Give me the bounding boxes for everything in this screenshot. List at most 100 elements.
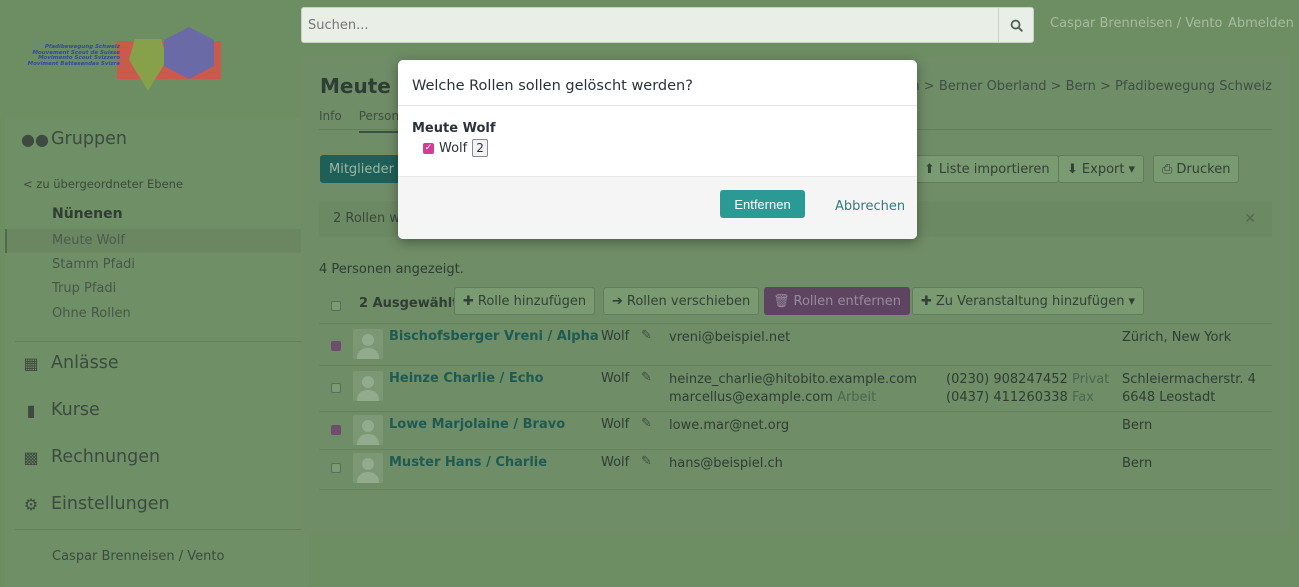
sidebar-item-meute-wolf[interactable]: Meute Wolf xyxy=(5,229,309,253)
phone-label: Fax xyxy=(1071,390,1094,405)
sidebar-item-trup-pfadi[interactable]: Trup Pfadi xyxy=(52,281,116,296)
nav-settings[interactable]: ⚙ Einstellungen xyxy=(21,494,170,514)
row-checkbox[interactable] xyxy=(331,463,341,473)
nav-invoices-label: Rechnungen xyxy=(51,447,161,467)
print-button[interactable]: ⎙ Drucken xyxy=(1153,155,1240,183)
email-link[interactable]: hans@beispiel.ch xyxy=(669,455,783,473)
move-roles-button[interactable]: ➔ Rollen verschieben xyxy=(603,287,760,315)
modal-footer: Entfernen Abbrechen xyxy=(398,176,917,239)
arrow-right-icon: ➔ xyxy=(612,293,623,309)
import-list-label: Liste importieren xyxy=(938,161,1050,177)
plus-icon: ✚ xyxy=(921,293,932,309)
person-name[interactable]: Bischofsberger Vreni / Alpha xyxy=(389,329,599,344)
users-icon: ●● xyxy=(21,129,49,149)
phone-entry: (0230) 908247452 Privat xyxy=(946,371,1109,389)
table-row[interactable]: Bischofsberger Vreni / Alpha Wolf ✎ vren… xyxy=(319,323,1272,365)
select-all-checkbox[interactable] xyxy=(331,301,341,311)
row-checkbox[interactable] xyxy=(331,425,341,435)
download-icon: ⬇ xyxy=(1067,161,1078,177)
person-name[interactable]: Heinze Charlie / Echo xyxy=(389,371,544,386)
phone-label: Privat xyxy=(1071,372,1110,387)
phone-number[interactable]: (0437) 411260338 xyxy=(946,390,1068,405)
person-role: Wolf xyxy=(601,417,630,432)
person-emails: hans@beispiel.ch xyxy=(669,455,783,473)
address-line: Schleiermacherstr. 4 xyxy=(1122,372,1256,387)
table-row[interactable]: Muster Hans / Charlie Wolf ✎ hans@beispi… xyxy=(319,449,1272,489)
modal-role-label: Wolf xyxy=(439,140,468,156)
logo-line: Moviment Battasendas Svizra xyxy=(27,60,120,67)
export-label: Export xyxy=(1081,161,1125,177)
parent-level-link[interactable]: < zu übergeordneter Ebene xyxy=(23,177,183,191)
close-icon[interactable]: ✕ xyxy=(1244,201,1256,237)
import-list-button[interactable]: ⬆ Liste importieren xyxy=(915,155,1059,183)
person-address: Schleiermacherstr. 4 6648 Leostadt xyxy=(1122,371,1256,407)
divider xyxy=(15,341,301,342)
logout-link[interactable]: Abmelden xyxy=(1228,16,1294,31)
nav-events-label: Anlässe xyxy=(51,353,119,373)
remove-button[interactable]: Entfernen xyxy=(720,190,805,218)
search-icon xyxy=(1010,19,1023,32)
search-button[interactable] xyxy=(998,8,1033,42)
edit-icon[interactable]: ✎ xyxy=(641,328,652,343)
members-button[interactable]: Mitglieder xyxy=(320,155,403,183)
edit-icon[interactable]: ✎ xyxy=(641,370,652,385)
modal-title: Welche Rollen sollen gelöscht werden? xyxy=(398,60,917,106)
logo-badge-green xyxy=(129,39,167,91)
remove-roles-label: Rollen entfernen xyxy=(793,293,902,309)
person-emails: heinze_charlie@hitobito.example.com marc… xyxy=(669,371,917,407)
sidebar-item-stamm-pfadi[interactable]: Stamm Pfadi xyxy=(52,257,135,272)
search-input[interactable] xyxy=(302,8,998,42)
table-row[interactable]: Heinze Charlie / Echo Wolf ✎ heinze_char… xyxy=(319,365,1272,411)
cancel-link[interactable]: Abbrechen xyxy=(835,199,905,214)
address-line: Zürich, New York xyxy=(1122,330,1232,345)
add-role-label: Rolle hinzufügen xyxy=(477,293,587,309)
person-name[interactable]: Lowe Marjolaine / Bravo xyxy=(389,417,565,432)
current-group[interactable]: Nünenen xyxy=(52,206,123,222)
row-checkbox[interactable] xyxy=(331,383,341,393)
address-line: Bern xyxy=(1122,418,1153,433)
email-link[interactable]: lowe.mar@net.org xyxy=(669,417,789,435)
print-icon: ⎙ xyxy=(1162,161,1173,177)
phone-entry: (0437) 411260338 Fax xyxy=(946,389,1109,407)
move-roles-label: Rollen verschieben xyxy=(626,293,751,309)
money-icon: ▩ xyxy=(23,447,39,467)
row-checkbox[interactable] xyxy=(331,341,341,351)
add-to-event-label: Zu Veranstaltung hinzufügen xyxy=(935,293,1125,309)
email-link[interactable]: vreni@beispiel.net xyxy=(669,329,790,347)
nav-events[interactable]: ▦ Anlässe xyxy=(21,353,119,373)
breadcrumb[interactable]: Thun > Berner Oberland > Bern > Pfadibew… xyxy=(887,79,1272,94)
edit-icon[interactable]: ✎ xyxy=(641,416,652,431)
remove-roles-button[interactable]: 🗑 Rollen entfernen xyxy=(764,287,911,315)
export-button[interactable]: ⬇ Export ▾ xyxy=(1058,155,1144,183)
email-link[interactable]: marcellus@example.com xyxy=(669,390,833,405)
sidebar-item-ohne-rollen[interactable]: Ohne Rollen xyxy=(52,306,131,321)
person-phones: (0230) 908247452 Privat (0437) 411260338… xyxy=(946,371,1109,407)
avatar xyxy=(353,453,383,483)
address-line: 6648 Leostadt xyxy=(1122,390,1216,405)
logo[interactable]: Pfadibewegung Schweiz Mouvement Scout de… xyxy=(14,26,224,94)
nav-invoices[interactable]: ▩ Rechnungen xyxy=(21,447,160,467)
footer-user-link[interactable]: Caspar Brenneisen / Vento xyxy=(52,549,224,564)
logo-text: Pfadibewegung Schweiz Mouvement Scout de… xyxy=(20,44,120,67)
add-to-event-button[interactable]: ✚ Zu Veranstaltung hinzufügen ▾ xyxy=(912,287,1145,315)
sidebar: ●● Gruppen < zu übergeordneter Ebene Nün… xyxy=(5,117,309,587)
edit-icon[interactable]: ✎ xyxy=(641,454,652,469)
person-role: Wolf xyxy=(601,455,630,470)
phone-number[interactable]: (0230) 908247452 xyxy=(946,372,1068,387)
person-name[interactable]: Muster Hans / Charlie xyxy=(389,455,547,470)
nav-groups[interactable]: ●● Gruppen xyxy=(21,129,127,149)
modal-role-option[interactable]: ✓ Wolf 2 xyxy=(423,139,903,157)
add-role-button[interactable]: ✚ Rolle hinzufügen xyxy=(454,287,596,315)
header-user-link[interactable]: Caspar Brenneisen / Vento xyxy=(1050,16,1222,31)
nav-courses[interactable]: ▮ Kurse xyxy=(21,400,100,420)
upload-icon: ⬆ xyxy=(924,161,935,177)
person-emails: vreni@beispiel.net xyxy=(669,329,790,347)
person-address: Bern xyxy=(1122,455,1152,473)
email-link[interactable]: heinze_charlie@hitobito.example.com xyxy=(669,371,917,389)
app-background: Pfadibewegung Schweiz Mouvement Scout de… xyxy=(0,0,1299,587)
print-label: Drucken xyxy=(1176,161,1231,177)
role-checkbox[interactable]: ✓ xyxy=(423,142,434,154)
table-row[interactable]: Lowe Marjolaine / Bravo Wolf ✎ lowe.mar@… xyxy=(319,411,1272,449)
person-address: Bern xyxy=(1122,417,1152,435)
email-label: Arbeit xyxy=(837,390,877,405)
